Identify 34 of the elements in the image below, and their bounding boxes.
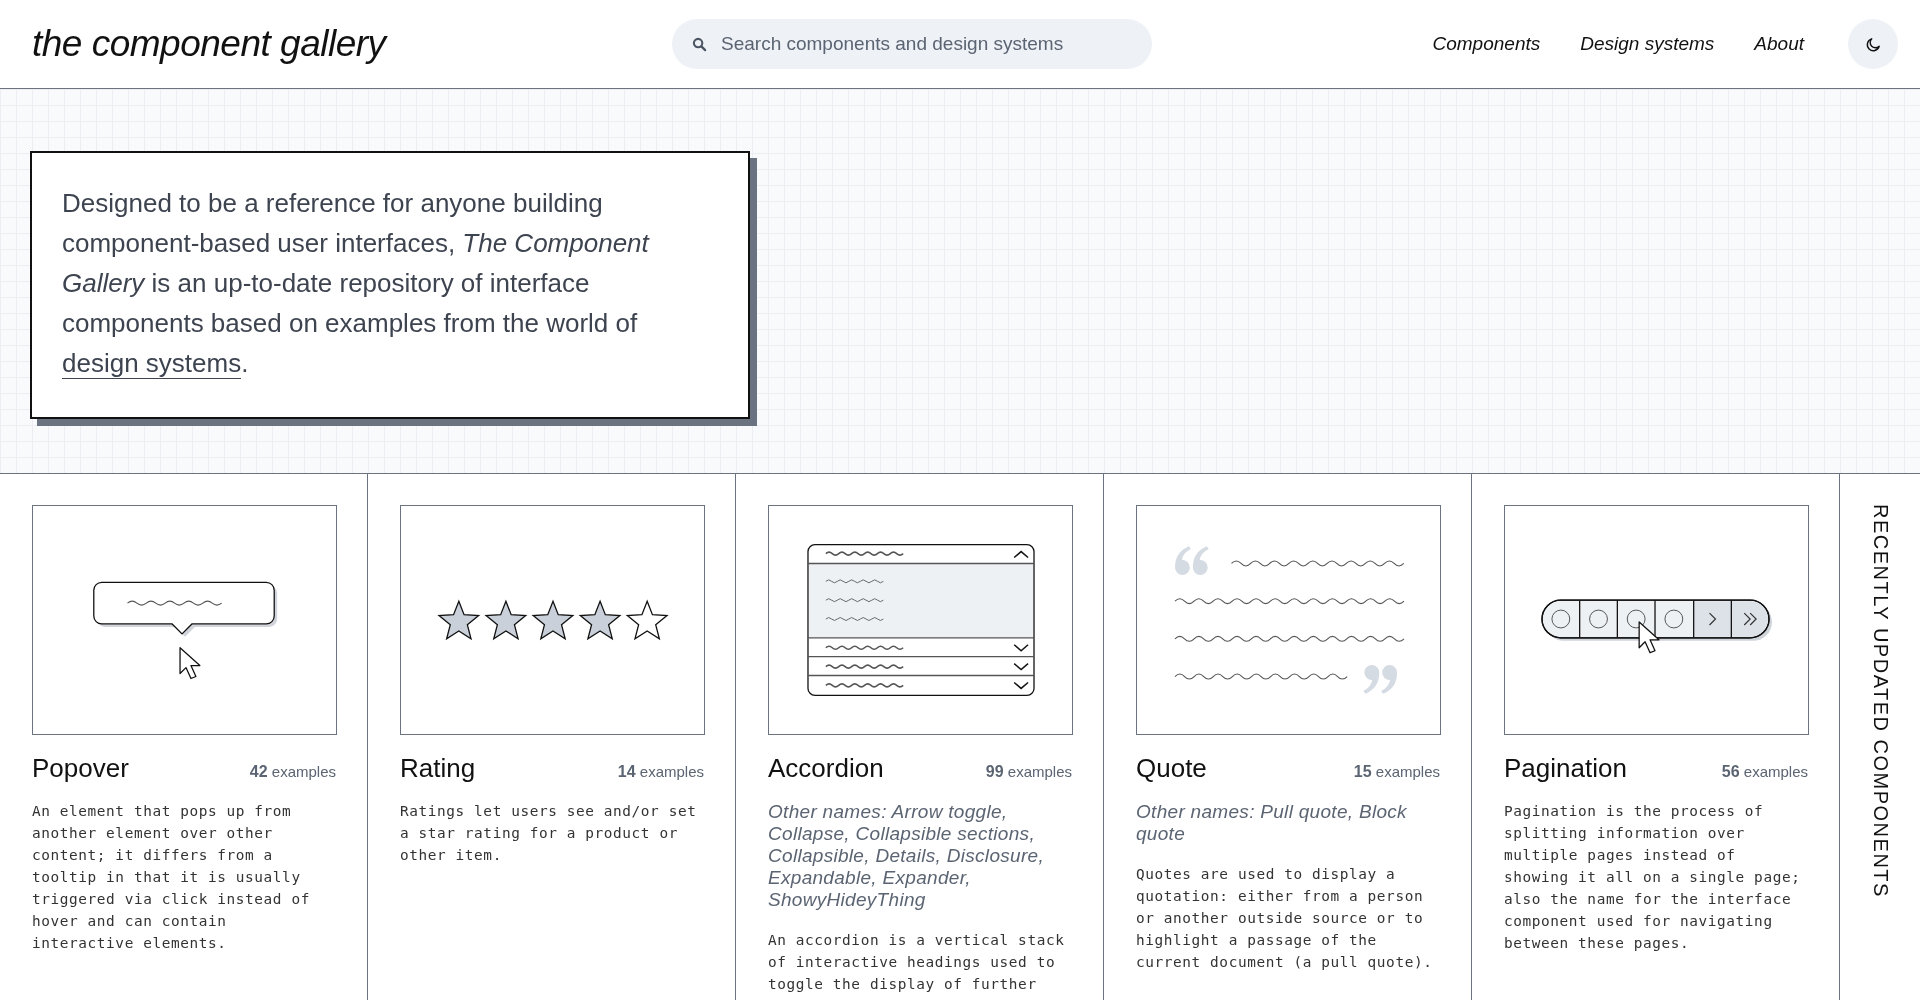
nav-link[interactable]: About [1754,33,1804,55]
example-count: 15 examples [1353,763,1440,781]
other-names: Other names: Arrow toggle, Collapse, Collapsible sections, Collapsible, Details, Disclosure, Expandable, Expander, ShowyHideyThing [768,801,1045,911]
component-title: Accordion [768,753,884,784]
component-description: Ratings let users see and/or set a star rating for a product or other item. [400,802,698,865]
star-icon [484,599,528,641]
example-count: 14 examples [617,763,704,781]
component-description: An element that pops up from another element over other content; it differs from a tooltip in that it is usually triggered via click instead of hover and can contain interactive elements. [32,802,311,953]
star-icon [578,599,622,641]
component-title: Quote [1136,753,1207,784]
search-icon [692,37,707,52]
component-description: Quotes are used to display a quotation: either from a person or another outside source or to highlight a passage of the current document (a pull quote). [1136,865,1434,972]
component-title: Popover [32,753,129,784]
star-icon [625,599,669,641]
section-label: RECENTLY UPDATED COMPONENTS [1868,504,1892,898]
star-icon [531,599,575,641]
nav-link[interactable]: Components [1432,33,1541,55]
component-title: Rating [400,753,476,784]
component-description: Pagination is the process of splitting information over multiple pages instead of showing it all on a single page; also the name for the interface component used for navigating between these pages. [1504,802,1802,953]
intro-text: Designed to be a reference for anyone building component-based user interfaces, The Component Gallery is an up-to-date repository of interface components based on examples from the world of design systems. [62,187,651,381]
example-count: 42 examples [249,763,336,781]
design-systems-link[interactable]: design systems [62,348,242,379]
example-count: 56 examples [1721,763,1808,781]
moon-icon [1864,35,1882,53]
search-field[interactable]: Search components and design systems [672,19,1152,69]
star-icon [437,599,481,641]
theme-toggle-button[interactable] [1848,19,1898,69]
other-names: Other names: Pull quote, Block quote [1136,801,1408,845]
component-card[interactable]: Rating 14 examples Ratings let users see and/or set a star rating for a product or other item. [368,474,736,1000]
component-description: An accordion is a vertical stack of interactive headings used to toggle the display of further [768,931,1066,994]
site-logo[interactable]: the component gallery [32,23,672,65]
example-count: 99 examples [985,763,1072,781]
nav-link[interactable]: Design systems [1580,33,1715,55]
component-title: Pagination [1504,753,1627,784]
